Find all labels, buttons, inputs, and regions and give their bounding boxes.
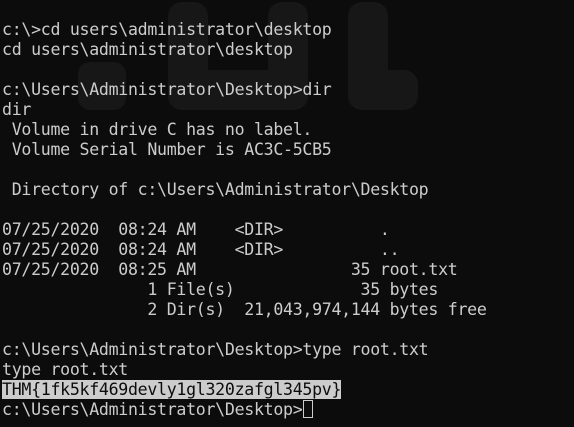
- terminal-output: c:\>cd users\administrator\desktop cd us…: [2, 20, 574, 420]
- file-count-summary: 1 File(s) 35 bytes: [2, 280, 439, 299]
- cmd-line-dir: c:\Users\Administrator\Desktop>dir: [2, 80, 332, 99]
- prompt-text: c:\Users\Administrator\Desktop>: [2, 400, 303, 419]
- current-prompt-line[interactable]: c:\Users\Administrator\Desktop>: [2, 400, 574, 420]
- volume-serial-line: Volume Serial Number is AC3C-5CB5: [2, 140, 332, 159]
- dir-entry-parent: 07/25/2020 08:24 AM <DIR> ..: [2, 240, 400, 259]
- volume-label-line: Volume in drive C has no label.: [2, 120, 313, 139]
- cmd-line-cd: c:\>cd users\administrator\desktop: [2, 20, 332, 39]
- text-cursor: [303, 400, 314, 418]
- echo-line-dir: dir: [2, 100, 32, 119]
- flag-text-selected[interactable]: THM{1fk5kf469devly1gl320zafgl345pv}: [2, 380, 341, 399]
- terminal-window[interactable]: c:\>cd users\administrator\desktop cd us…: [0, 0, 574, 427]
- file-entry-root-txt: 07/25/2020 08:25 AM 35 root.txt: [2, 260, 458, 279]
- cmd-line-type: c:\Users\Administrator\Desktop>type root…: [2, 340, 429, 359]
- directory-of-line: Directory of c:\Users\Administrator\Desk…: [2, 180, 429, 199]
- dir-count-summary: 2 Dir(s) 21,043,974,144 bytes free: [2, 300, 487, 319]
- echo-line-cd: cd users\administrator\desktop: [2, 40, 293, 59]
- flag-output-line: THM{1fk5kf469devly1gl320zafgl345pv}: [2, 380, 574, 400]
- dir-entry-current: 07/25/2020 08:24 AM <DIR> .: [2, 220, 390, 239]
- echo-line-type: type root.txt: [2, 360, 128, 379]
